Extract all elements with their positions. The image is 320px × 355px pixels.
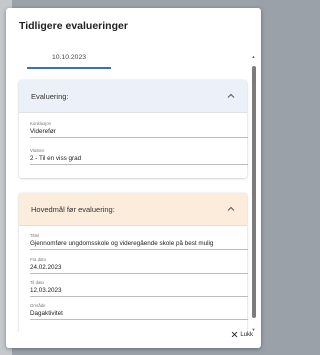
to-date-value: 12.03.2023: [30, 287, 62, 294]
evaluation-section: Evaluering: Konklusjon Viderefør Vlasten…: [19, 80, 248, 178]
conclusion-field: Konklusjon Viderefør: [30, 121, 248, 138]
field-underline: [30, 273, 248, 274]
field-underline: [30, 249, 248, 250]
field-underline: [30, 296, 248, 297]
tab-evaluation-date[interactable]: 10.10.2023: [27, 54, 111, 61]
main-goal-section-title: Hovedmål før evaluering:: [31, 205, 115, 214]
field-underline: [30, 164, 248, 165]
area-value: Dagaktivitet: [30, 310, 63, 317]
area-label: Område: [30, 303, 46, 308]
close-button[interactable]: Lukk: [231, 331, 253, 338]
evaluation-section-title: Evaluering:: [31, 92, 69, 101]
main-goal-section: Hovedmål før evaluering: Tittel Gjennomf…: [19, 193, 248, 332]
from-date-field: Fra dato 24.02.2023: [30, 257, 248, 274]
field-underline: [30, 137, 248, 138]
scrollbar-thumb[interactable]: [251, 66, 256, 318]
to-date-field: Til dato 12.03.2023: [30, 280, 248, 297]
dialog-content: Evaluering: Konklusjon Viderefør Vlasten…: [6, 70, 254, 332]
scroll-up-arrow-icon[interactable]: ▲: [251, 54, 256, 59]
degree-value: 2 - Til en viss grad: [30, 155, 82, 162]
from-date-value: 24.02.2023: [30, 264, 62, 271]
evaluation-section-header[interactable]: Evaluering:: [19, 80, 247, 113]
goal-title-value: Gjennomføre ungdomsskole og videregående…: [30, 240, 214, 247]
scrollbar[interactable]: ▲ ▼: [251, 54, 256, 332]
dialog-title: Tidligere evalueringer: [19, 20, 128, 32]
conclusion-value: Viderefør: [30, 128, 56, 135]
from-date-label: Fra dato: [30, 257, 47, 262]
area-field: Område Dagaktivitet: [30, 303, 248, 320]
previous-evaluations-dialog: Tidligere evalueringer 10.10.2023 Evalue…: [6, 8, 261, 348]
degree-label: Vlasten: [30, 148, 45, 153]
close-icon: [232, 331, 238, 338]
chevron-up-icon[interactable]: [226, 91, 236, 101]
goal-title-label: Tittel: [30, 233, 40, 238]
chevron-up-icon[interactable]: [226, 204, 236, 214]
main-goal-section-header[interactable]: Hovedmål før evaluering:: [19, 193, 247, 226]
close-button-label: Lukk: [240, 331, 253, 338]
goal-title-field: Tittel Gjennomføre ungdomsskole og vider…: [30, 233, 248, 250]
degree-field: Vlasten 2 - Til en viss grad: [30, 148, 248, 165]
field-underline: [30, 319, 248, 320]
conclusion-label: Konklusjon: [30, 121, 52, 126]
to-date-label: Til dato: [30, 280, 44, 285]
tab-active-indicator: [27, 67, 111, 69]
